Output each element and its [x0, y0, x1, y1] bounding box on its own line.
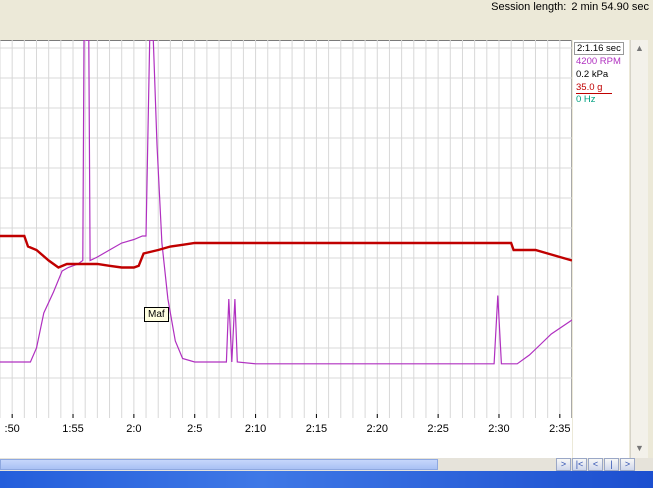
scroll-up-arrow-icon[interactable]: ▲: [633, 42, 646, 54]
legend-time: 2:1.16 sec: [574, 42, 624, 55]
chart-plot[interactable]: [0, 40, 572, 418]
nav-start-left-icon[interactable]: |<: [572, 458, 587, 471]
vertical-scrollbar[interactable]: ▲ ▼: [630, 40, 648, 458]
scroll-thumb[interactable]: [0, 459, 438, 470]
x-tick-label: 2:25: [427, 423, 449, 435]
taskbar: [0, 471, 653, 488]
nav-stop-icon[interactable]: |: [604, 458, 619, 471]
scroll-down-arrow-icon[interactable]: ▼: [633, 442, 646, 454]
legend-rpm[interactable]: 4200 RPM: [576, 56, 621, 67]
session-length-value: 2 min 54.90 sec: [571, 1, 649, 13]
legend-kpa[interactable]: 0.2 kPa: [576, 69, 608, 80]
session-length: Session length: 2 min 54.90 sec: [491, 1, 649, 13]
x-tick-label: 2:35: [549, 423, 571, 435]
x-tick-label: 2:15: [305, 423, 328, 435]
legend-maf[interactable]: 35.0 g: [576, 82, 612, 94]
legend-hz[interactable]: 0 Hz: [576, 94, 596, 105]
nav-left-icon[interactable]: <: [588, 458, 603, 471]
x-tick-label: 2:30: [488, 423, 510, 435]
series-tooltip: Maf: [144, 307, 169, 322]
x-tick-label: :50: [4, 423, 20, 435]
series-line-rpm: [0, 40, 572, 365]
x-axis: :50 1:55 2:0 2:5 2:10 2:15 2:20 2:25 2:30 2:35: [0, 418, 572, 458]
nav-end-right-icon[interactable]: >: [556, 458, 571, 471]
legend-panel: 2:1.16 sec 4200 RPM 0.2 kPa 35.0 g 0 Hz: [573, 40, 629, 458]
series-line-maf: [0, 234, 572, 269]
toolbar-area: Session length: 2 min 54.90 sec: [0, 0, 653, 40]
nav-right-icon[interactable]: >: [620, 458, 635, 471]
x-tick-label: 2:10: [244, 423, 267, 435]
x-tick-label: 2:0: [126, 423, 142, 435]
x-tick-label: 2:5: [187, 423, 203, 435]
x-tick-label: 2:20: [366, 423, 388, 435]
x-tick-label: 1:55: [62, 423, 84, 435]
session-length-label: Session length:: [491, 1, 567, 13]
